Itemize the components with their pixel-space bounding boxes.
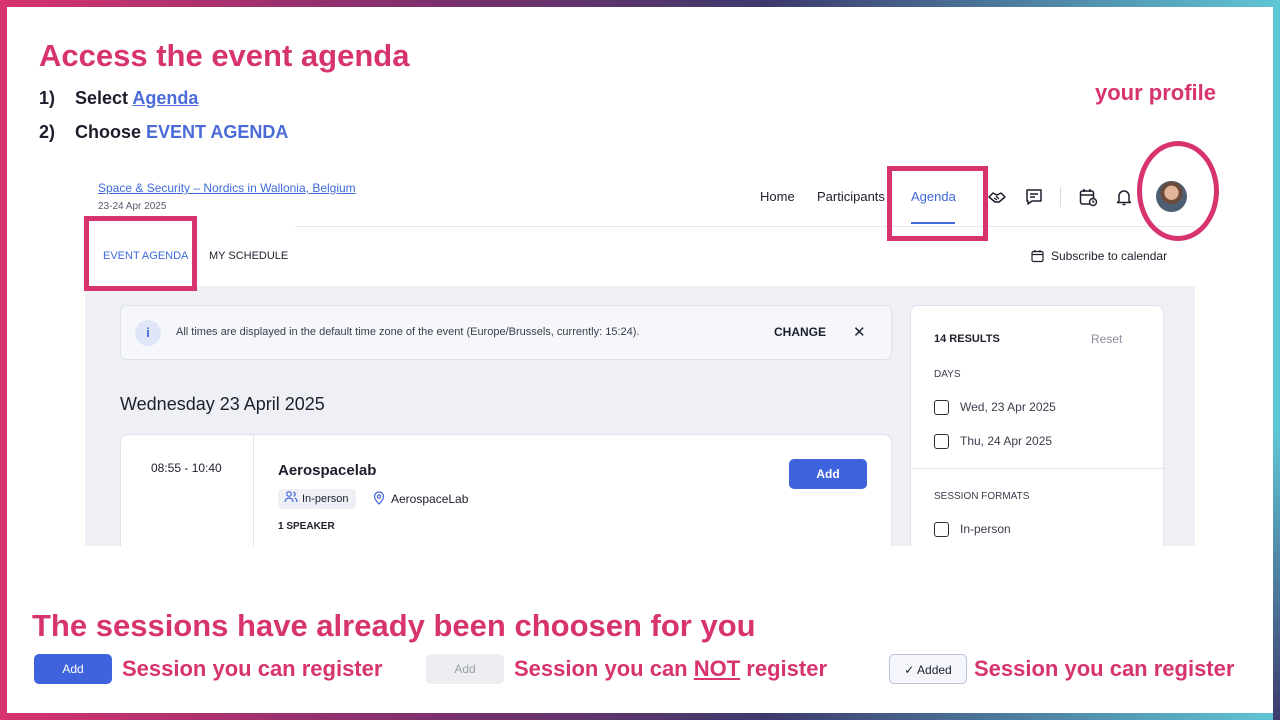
session-location-label: AerospaceLab — [391, 492, 469, 506]
step-number: 1) — [39, 88, 56, 108]
reset-button[interactable]: Reset — [1091, 332, 1122, 346]
bottom-heading: The sessions have already been choosen f… — [32, 608, 756, 643]
filter-divider — [911, 468, 1165, 469]
add-session-button[interactable]: Add — [789, 459, 867, 489]
legend-add-button: Add — [34, 654, 112, 684]
day-heading: Wednesday 23 April 2025 — [120, 394, 325, 414]
bell-icon[interactable] — [1114, 187, 1134, 207]
legend-added-label: Added — [917, 663, 952, 677]
frame-left — [0, 0, 7, 720]
step-number: 2) — [39, 122, 56, 142]
profile-note: your profile — [1095, 80, 1217, 105]
check-icon: ✓ — [904, 663, 918, 677]
header-divider — [295, 226, 1195, 227]
nav-participants[interactable]: Participants — [817, 189, 885, 204]
legend-add-disabled-button: Add — [426, 654, 504, 684]
highlight-event-agenda — [84, 216, 197, 291]
checkbox-day-1[interactable] — [934, 400, 949, 415]
step-event-agenda: EVENT AGENDA — [146, 122, 289, 142]
checkbox-day-2[interactable] — [934, 434, 949, 449]
calendar-icon — [1031, 250, 1044, 263]
timezone-notice: i All times are displayed in the default… — [120, 305, 892, 360]
step-1: 1) Select Agenda — [39, 88, 198, 109]
timezone-change-button[interactable]: CHANGE — [774, 325, 826, 339]
session-divider — [253, 435, 254, 546]
session-speakers: 1 SPEAKER — [278, 521, 335, 532]
step-2: 2) Choose EVENT AGENDA — [39, 122, 288, 143]
step-text: Choose — [75, 122, 147, 142]
subscribe-label: Subscribe to calendar — [1051, 249, 1168, 263]
days-label: DAYS — [934, 369, 961, 380]
session-card[interactable]: 08:55 - 10:40 Aerospacelab In-person Aer… — [120, 434, 892, 546]
session-title[interactable]: Aerospacelab — [278, 462, 376, 479]
session-time: 08:55 - 10:40 — [151, 461, 222, 475]
timezone-text: All times are displayed in the default t… — [176, 326, 640, 338]
agenda-content: i All times are displayed in the default… — [85, 286, 1195, 546]
legend-text-part: register — [740, 656, 828, 681]
session-formats-label: SESSION FORMATS — [934, 491, 1030, 502]
step-agenda-link[interactable]: Agenda — [132, 88, 198, 108]
location-pin-icon — [373, 491, 385, 505]
frame-top — [0, 0, 1280, 7]
legend-added-button: ✓ Added — [889, 654, 967, 684]
highlight-agenda — [887, 166, 988, 241]
nav-home[interactable]: Home — [760, 189, 795, 204]
checkbox-format-label: In-person — [960, 522, 1011, 536]
legend-text-not-register: Session you can NOT register — [514, 656, 827, 682]
legend-text-part: Session you can — [514, 656, 694, 681]
nav-separator — [1060, 187, 1061, 207]
people-icon — [284, 491, 298, 503]
handshake-icon[interactable] — [987, 187, 1007, 207]
legend-text-register: Session you can register — [122, 656, 383, 681]
legend-text-not: NOT — [693, 656, 741, 681]
checkbox-format-in-person[interactable] — [934, 522, 949, 537]
tab-my-schedule[interactable]: MY SCHEDULE — [209, 250, 288, 262]
session-format-label: In-person — [302, 493, 349, 505]
results-count: 14 RESULTS — [934, 333, 1000, 345]
session-format-badge: In-person — [278, 489, 357, 509]
event-title-link[interactable]: Space & Security – Nordics in Wallonia, … — [98, 181, 356, 195]
legend-text-registered: Session you can register — [974, 656, 1235, 681]
calendar-clock-icon[interactable] — [1078, 187, 1098, 207]
checkbox-day-2-label: Thu, 24 Apr 2025 — [960, 434, 1053, 448]
slide-title: Access the event agenda — [39, 38, 410, 73]
chat-icon[interactable] — [1024, 187, 1044, 207]
info-icon: i — [135, 320, 161, 346]
app-screenshot: Space & Security – Nordics in Wallonia, … — [85, 165, 1195, 546]
close-icon[interactable]: ✕ — [853, 323, 866, 341]
highlight-profile — [1137, 141, 1219, 241]
session-location: AerospaceLab — [373, 491, 468, 506]
step-text: Select — [75, 88, 133, 108]
filter-panel: 14 RESULTS Reset DAYS Wed, 23 Apr 2025 T… — [910, 305, 1165, 546]
frame-right — [1273, 0, 1280, 720]
frame-bottom — [0, 713, 1280, 720]
checkbox-day-1-label: Wed, 23 Apr 2025 — [960, 400, 1056, 414]
event-dates: 23-24 Apr 2025 — [98, 201, 167, 212]
